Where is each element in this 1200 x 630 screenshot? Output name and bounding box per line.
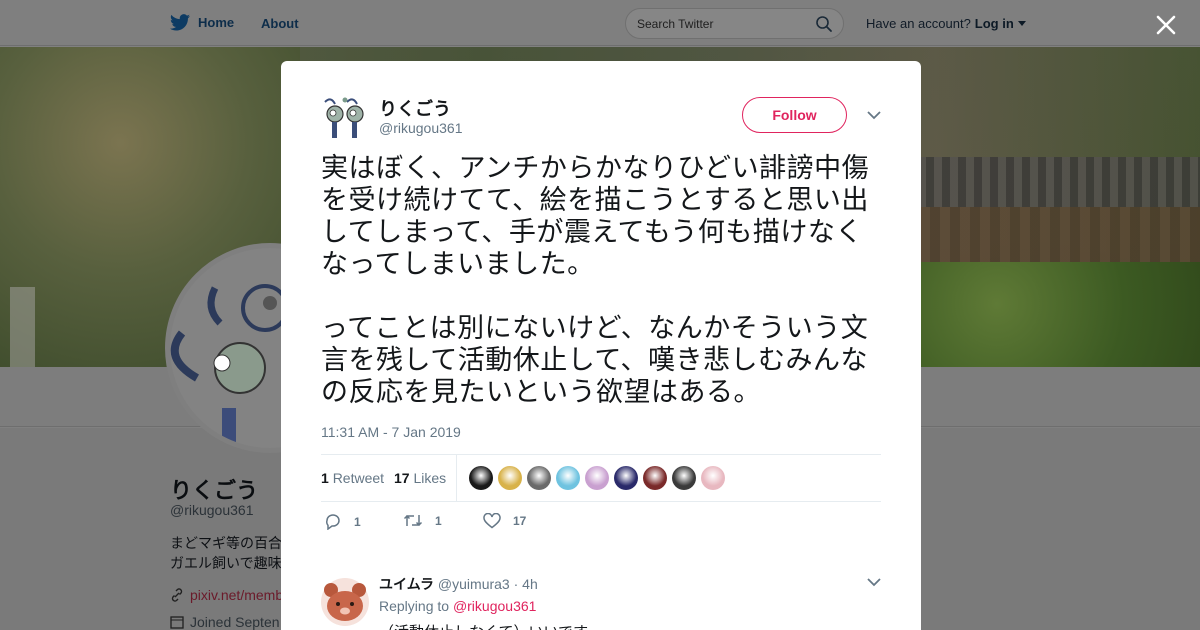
tweet-text-paragraph: ってことは別にないけど、なんかそういう文言を残して活動休止して、嘆き悲しむみんな… <box>321 313 869 408</box>
reply-button[interactable]: 1 <box>324 513 361 530</box>
retweet-button[interactable]: 1 <box>403 513 442 528</box>
twitter-bird-icon <box>170 14 190 31</box>
liker-avatar[interactable] <box>556 466 580 490</box>
reply-author-line: ユイムラ @yuimura3 · 4h <box>379 574 538 594</box>
likes-stat[interactable]: 17 Likes <box>394 470 446 486</box>
reply-author-name[interactable]: ユイムラ <box>379 576 434 592</box>
liker-avatar[interactable] <box>498 466 522 490</box>
chevron-down-icon[interactable] <box>867 577 881 587</box>
tweet-header: りくごう @rikugou361 Follow <box>321 94 881 142</box>
tweet-stats: 1 Retweet 17 Likes <box>321 454 881 502</box>
retweet-stat-label: Retweet <box>332 470 385 486</box>
reply-time[interactable]: 4h <box>522 576 538 592</box>
reply-author-handle[interactable]: @yuimura3 <box>438 576 510 592</box>
reply-count: 1 <box>354 514 361 529</box>
profile-handle: @rikugou361 <box>170 502 254 518</box>
account-area: Have an account? Log in <box>866 16 1026 31</box>
account-prompt: Have an account? <box>866 16 971 31</box>
replying-to-mention[interactable]: @rikugou361 <box>453 598 537 614</box>
retweet-icon <box>403 514 423 527</box>
reply-author-avatar[interactable] <box>321 578 369 626</box>
reply-dot: · <box>513 576 519 592</box>
login-link[interactable]: Log in <box>975 16 1014 31</box>
home-nav-label: Home <box>198 15 235 30</box>
reply-text: （活動休止しなくて）いいです <box>379 621 588 630</box>
liker-avatar[interactable] <box>701 466 725 490</box>
tweet-author-avatar[interactable] <box>321 94 369 142</box>
tweet-text-paragraph: 実はぼく、アンチからかなりひどい誹謗中傷を受け続けてて、絵を描こうとすると思い出… <box>321 153 870 280</box>
tweet-author-handle[interactable]: @rikugou361 <box>379 120 463 136</box>
tweet-author-name[interactable]: りくごう <box>379 95 451 121</box>
profile-joined-date: Joined Septen <box>170 614 280 630</box>
liker-avatar[interactable] <box>614 466 638 490</box>
tweet-actions: 1 1 17 <box>321 513 621 535</box>
calendar-icon <box>170 616 184 629</box>
link-icon <box>171 588 183 602</box>
divider <box>456 455 457 501</box>
liker-avatar[interactable] <box>672 466 696 490</box>
tweet-timestamp[interactable]: 11:31 AM - 7 Jan 2019 <box>321 424 461 440</box>
replying-to-line: Replying to @rikugou361 <box>379 598 536 614</box>
liker-avatar[interactable] <box>527 466 551 490</box>
like-button[interactable]: 17 <box>483 513 526 529</box>
heart-icon <box>483 513 501 529</box>
tweet-modal: りくごう @rikugou361 Follow 実はぼく、アンチからかなりひどい… <box>281 61 921 630</box>
profile-name: りくごう <box>170 478 259 503</box>
reply-icon <box>326 514 340 530</box>
like-count: 17 <box>394 470 410 486</box>
home-nav-link[interactable]: Home <box>170 14 234 31</box>
replying-to-prefix: Replying to <box>379 598 450 614</box>
like-action-count: 17 <box>513 514 527 528</box>
profile-website-link[interactable]: pixiv.net/memb <box>170 587 283 603</box>
profile-bio: まどマギ等の百合 ガエル飼いで趣味 <box>170 533 285 573</box>
reply-tweet[interactable]: ユイムラ @yuimura3 · 4h Replying to @rikugou… <box>321 571 881 630</box>
profile-bio-line: ガエル飼いで趣味 <box>170 555 282 571</box>
retweet-action-count: 1 <box>435 513 442 528</box>
search-box <box>625 8 844 39</box>
chevron-down-icon[interactable] <box>867 110 881 120</box>
profile-website-text[interactable]: pixiv.net/memb <box>190 587 283 603</box>
liker-avatars <box>469 466 725 490</box>
retweet-stat[interactable]: 1 Retweet <box>321 470 384 486</box>
retweet-count: 1 <box>321 470 329 486</box>
follow-button[interactable]: Follow <box>742 97 847 133</box>
close-icon[interactable] <box>1154 13 1178 37</box>
about-nav-link[interactable]: About <box>261 16 299 31</box>
profile-joined-text: Joined Septen <box>190 614 280 630</box>
tweet-text: 実はぼく、アンチからかなりひどい誹謗中傷を受け続けてて、絵を描こうとすると思い出… <box>321 153 883 409</box>
search-input[interactable] <box>626 9 806 38</box>
top-navigation-bar: Home About Have an account? Log in <box>0 0 1200 46</box>
profile-bio-line: まどマギ等の百合 <box>170 535 282 551</box>
likes-stat-label: Likes <box>413 470 447 486</box>
search-icon[interactable] <box>815 15 833 33</box>
liker-avatar[interactable] <box>643 466 667 490</box>
liker-avatar[interactable] <box>469 466 493 490</box>
chevron-down-icon[interactable] <box>1017 21 1026 26</box>
liker-avatar[interactable] <box>585 466 609 490</box>
